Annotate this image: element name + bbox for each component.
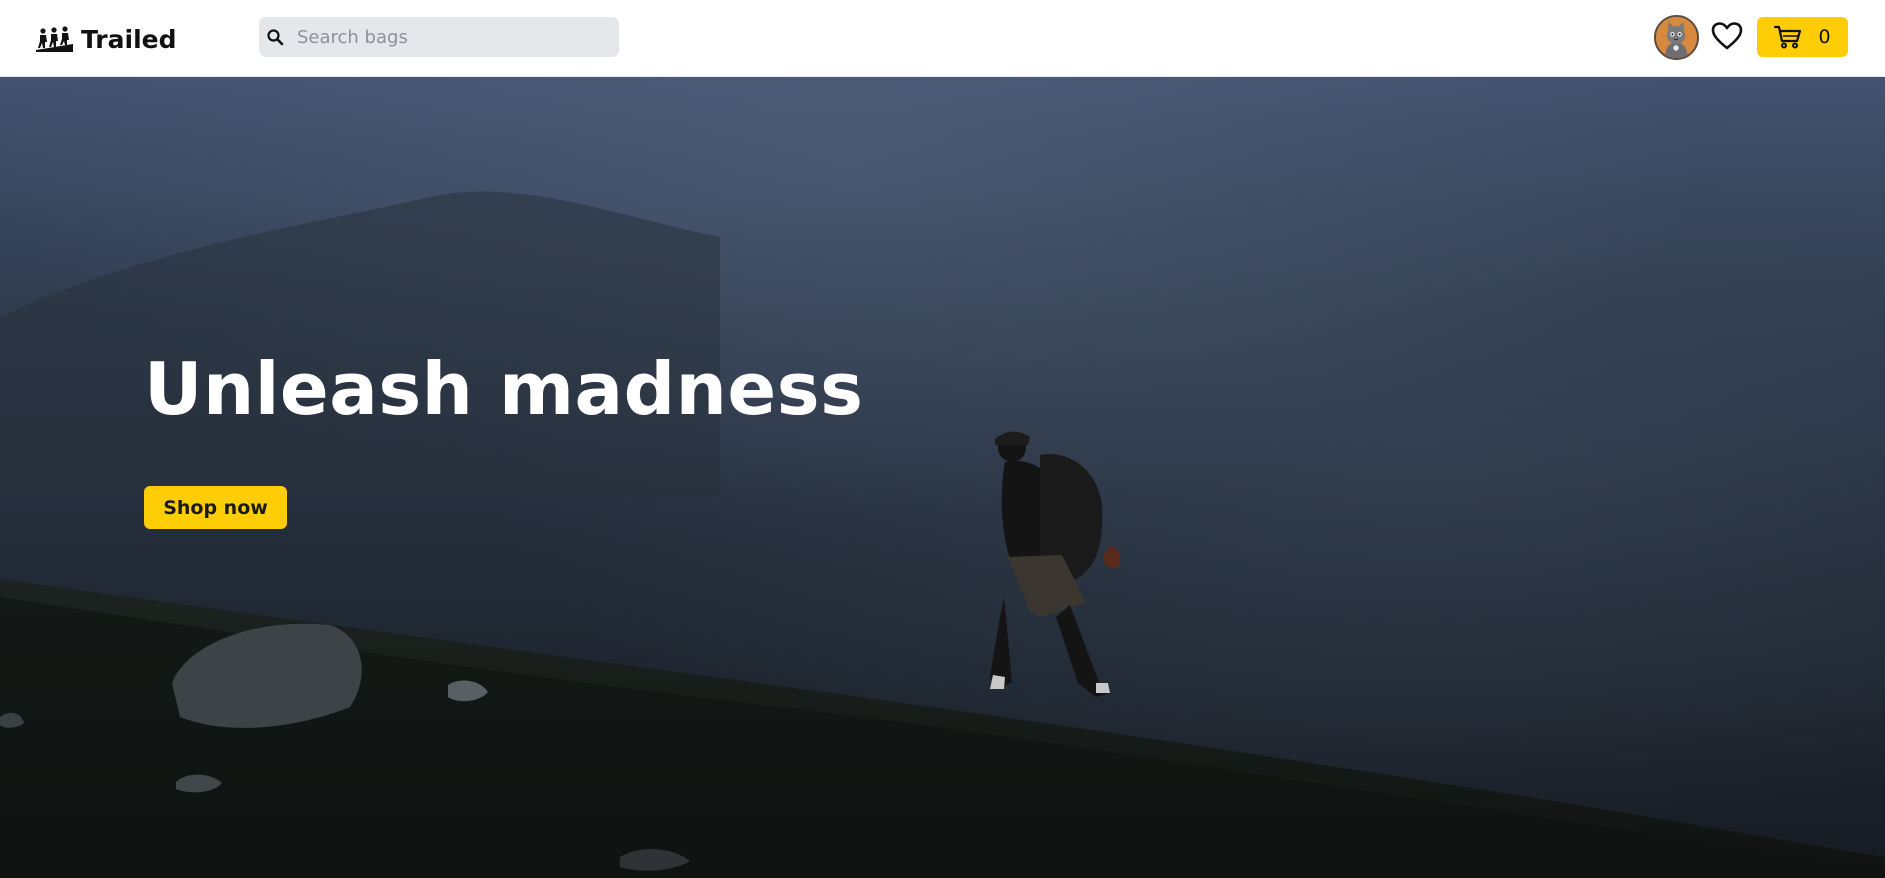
cart-icon bbox=[1774, 25, 1802, 49]
cart-count: 0 bbox=[1818, 26, 1831, 48]
brand-name: Trailed bbox=[81, 24, 177, 54]
brand-logo[interactable]: Trailed bbox=[36, 23, 177, 55]
top-navbar: Trailed Search bags 0 bbox=[0, 0, 1885, 77]
hero-background-image bbox=[0, 77, 1885, 878]
hikers-logo-icon bbox=[36, 26, 73, 52]
hero-banner: Unleash madness Shop now bbox=[0, 77, 1885, 878]
shop-now-button[interactable]: Shop now bbox=[144, 486, 287, 529]
search-input[interactable] bbox=[297, 26, 597, 48]
search-icon bbox=[267, 29, 284, 46]
hero-title: Unleash madness bbox=[144, 347, 864, 431]
cat-avatar-icon bbox=[1656, 17, 1697, 58]
user-avatar[interactable] bbox=[1654, 15, 1699, 60]
search-bar bbox=[259, 17, 619, 57]
heart-icon[interactable] bbox=[1711, 21, 1743, 51]
cart-button[interactable]: 0 bbox=[1757, 17, 1848, 57]
